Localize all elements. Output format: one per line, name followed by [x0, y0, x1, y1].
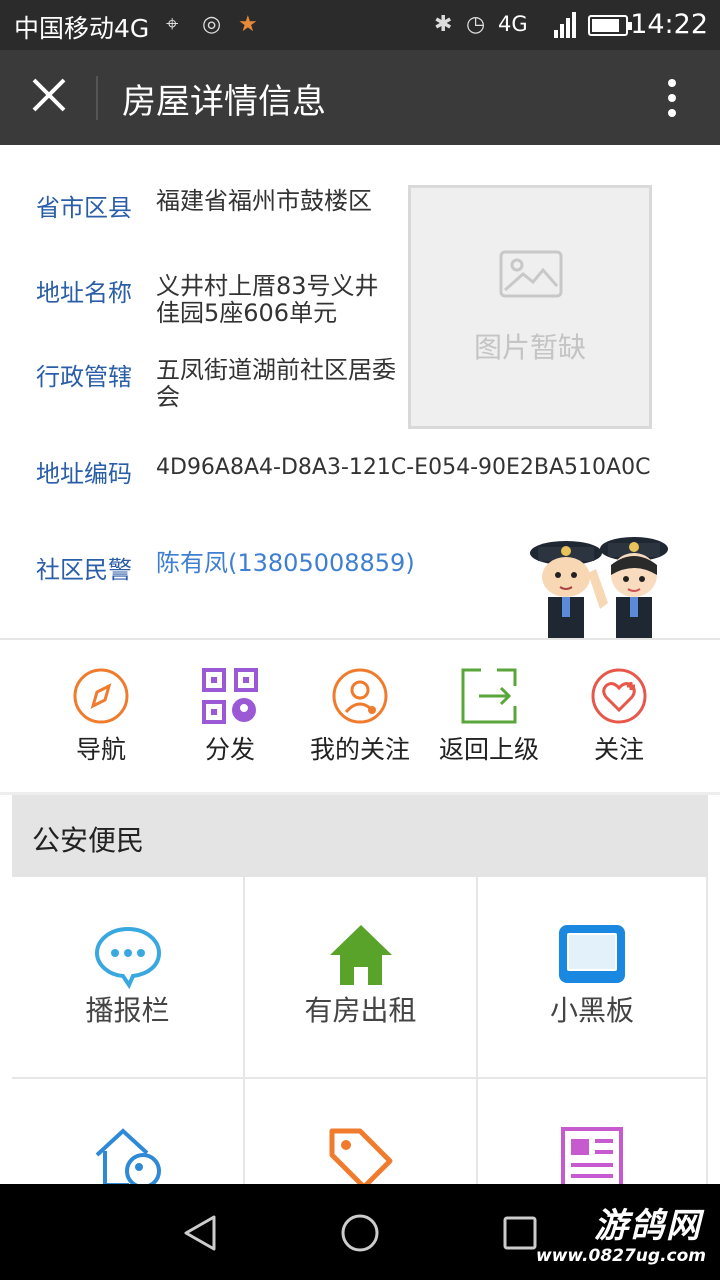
police-mascot-icon	[530, 537, 668, 639]
blackboard-icon	[559, 925, 625, 983]
user-heart-icon	[332, 668, 388, 724]
home-icon[interactable]	[340, 1213, 380, 1253]
broadcast-label: 播报栏	[85, 994, 170, 1027]
share-label: 分发	[204, 735, 255, 764]
house-icon	[329, 925, 392, 985]
qrcode-icon	[202, 668, 258, 724]
wifi-shield-icon: ◎	[202, 12, 222, 37]
follow-button[interactable]: 关注	[554, 666, 684, 766]
title-bar: 房屋详情信息	[0, 50, 720, 145]
section-header: 公安便民	[12, 795, 708, 877]
watermark-name: 游鸽网	[594, 1206, 702, 1246]
province-value: 福建省福州市鼓楼区	[156, 187, 372, 215]
blackboard-tile[interactable]: 小黑板	[478, 877, 708, 1079]
recents-icon[interactable]	[502, 1215, 538, 1251]
house-info: 省市区县 福建省福州市鼓楼区 地址名称 义井村上厝83号义井佳园5座606单元 …	[0, 145, 720, 639]
navigate-label: 导航	[75, 735, 126, 764]
image-icon	[499, 250, 563, 298]
more-menu-icon[interactable]	[666, 78, 678, 118]
tag-tile[interactable]	[245, 1079, 478, 1189]
watermark-logo: 游鸽网 www.0827ug.com	[536, 1190, 712, 1276]
carrier-name: 中国移动4G	[14, 14, 150, 43]
location-icon: ⌖	[166, 12, 179, 37]
heart-plus-icon	[591, 668, 647, 724]
battery-icon	[588, 15, 632, 36]
follow-label: 关注	[593, 735, 644, 764]
status-bar: 中国移动4G ⌖ ◎ ★ ✱ ◷ 4G 14:22	[0, 0, 720, 50]
newspaper-icon	[561, 1127, 623, 1189]
police-label: 社区民警	[36, 556, 132, 584]
house-rent-label: 有房出租	[304, 994, 417, 1027]
back-up-label: 返回上级	[438, 735, 539, 764]
bluetooth-icon: ✱	[434, 12, 453, 37]
tag-icon	[329, 1128, 392, 1189]
my-follow-button[interactable]: 我的关注	[295, 666, 425, 766]
navigate-button[interactable]: 导航	[36, 666, 166, 766]
title-divider	[96, 76, 98, 120]
my-follow-label: 我的关注	[309, 735, 410, 764]
news-tile[interactable]	[478, 1079, 708, 1189]
address-value: 义井村上厝83号义井佳园5座606单元	[156, 272, 379, 327]
back-icon[interactable]	[182, 1214, 218, 1252]
action-bar: 导航 分发 我的关注 返回上级 关注	[0, 640, 720, 792]
alarm-icon: ◷	[466, 12, 486, 37]
address-label: 地址名称	[36, 279, 132, 307]
network-type: 4G	[498, 12, 528, 36]
star-icon: ★	[238, 12, 258, 37]
province-label: 省市区县	[36, 194, 132, 222]
code-value: 4D96A8A4-D8A3-121C-E054-90E2BA510A0C	[156, 455, 651, 480]
section-title: 公安便民	[32, 824, 145, 857]
clock: 14:22	[630, 9, 708, 40]
code-label: 地址编码	[36, 460, 132, 488]
house-rent-tile[interactable]: 有房出租	[245, 877, 478, 1079]
compass-icon	[73, 668, 129, 724]
image-placeholder-text: 图片暂缺	[473, 331, 586, 364]
back-up-button[interactable]: 返回上级	[424, 666, 554, 766]
page-title: 房屋详情信息	[122, 82, 326, 122]
house-key-icon	[95, 1128, 161, 1189]
exit-icon	[461, 668, 517, 724]
broadcast-tile[interactable]: 播报栏	[12, 877, 245, 1079]
chat-bubble-icon	[94, 926, 161, 989]
watermark-url: www.0827ug.com	[536, 1246, 706, 1266]
house-image-placeholder: 图片暂缺	[408, 185, 652, 429]
admin-label: 行政管辖	[36, 363, 132, 391]
blackboard-label: 小黑板	[549, 994, 634, 1027]
house-key-tile[interactable]	[12, 1079, 245, 1189]
close-icon[interactable]	[28, 74, 72, 118]
service-grid: 播报栏 有房出租 小黑板	[12, 877, 708, 1189]
share-button[interactable]: 分发	[165, 666, 295, 766]
signal-icon	[554, 12, 576, 38]
admin-value: 五凤街道湖前社区居委会	[156, 356, 396, 411]
